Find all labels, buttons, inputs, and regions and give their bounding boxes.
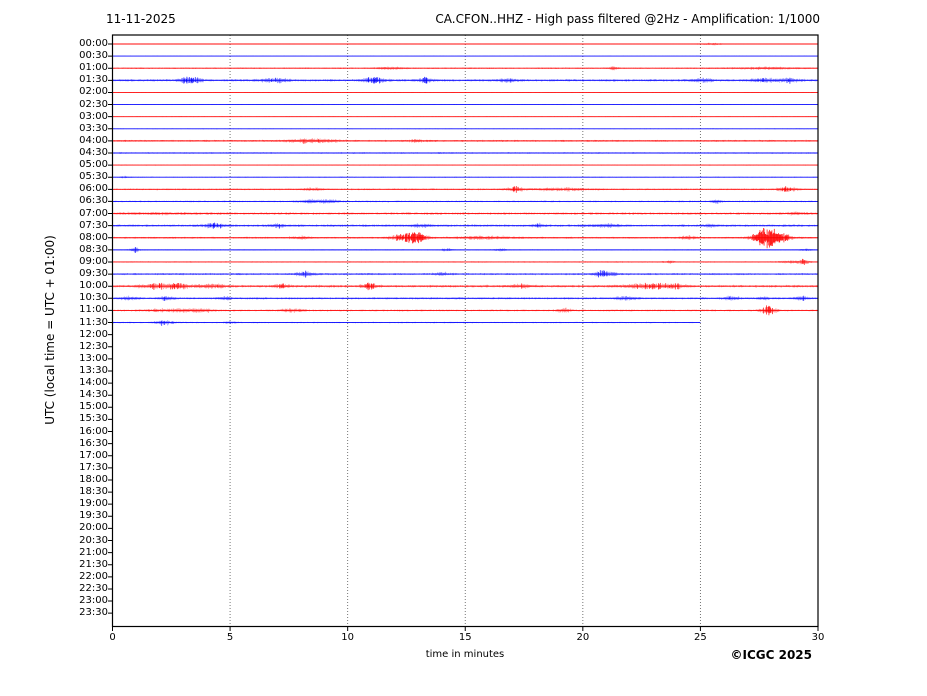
y-tick-label: 08:00 bbox=[79, 231, 108, 243]
x-tick-label: 5 bbox=[226, 632, 234, 643]
y-tick-label: 20:00 bbox=[79, 522, 108, 534]
plot-title: CA.CFON..HHZ - High pass filtered @2Hz -… bbox=[435, 12, 820, 26]
y-tick-label: 21:30 bbox=[79, 558, 108, 570]
y-tick-label: 15:30 bbox=[79, 413, 108, 425]
copyright-label: ©ICGC 2025 bbox=[730, 648, 812, 662]
x-tick-label: 20 bbox=[576, 632, 590, 643]
y-tick-label: 04:00 bbox=[79, 134, 108, 146]
x-tick-label: 10 bbox=[341, 632, 355, 643]
y-tick-label: 03:00 bbox=[79, 110, 108, 122]
y-tick-label: 05:00 bbox=[79, 159, 108, 171]
y-tick-label: 05:30 bbox=[79, 171, 108, 183]
y-tick-label: 11:00 bbox=[79, 304, 108, 316]
y-tick-label: 12:30 bbox=[79, 340, 108, 352]
helicorder-plot-canvas bbox=[0, 0, 927, 696]
y-tick-label: 03:30 bbox=[79, 122, 108, 134]
y-tick-label: 17:00 bbox=[79, 449, 108, 461]
y-tick-label: 14:30 bbox=[79, 389, 108, 401]
y-tick-label: 23:00 bbox=[79, 595, 108, 607]
y-tick-label: 07:00 bbox=[79, 207, 108, 219]
y-tick-label: 11:30 bbox=[79, 316, 108, 328]
y-tick-label: 09:00 bbox=[79, 255, 108, 267]
x-tick-label: 15 bbox=[458, 632, 472, 643]
y-tick-label: 01:30 bbox=[79, 74, 108, 86]
y-tick-label: 20:30 bbox=[79, 534, 108, 546]
y-tick-label: 14:00 bbox=[79, 377, 108, 389]
y-tick-label: 07:30 bbox=[79, 219, 108, 231]
y-tick-label: 22:00 bbox=[79, 570, 108, 582]
y-tick-label: 10:30 bbox=[79, 292, 108, 304]
y-tick-label: 17:30 bbox=[79, 461, 108, 473]
y-tick-label: 12:00 bbox=[79, 328, 108, 340]
y-tick-label: 18:00 bbox=[79, 473, 108, 485]
y-tick-label: 04:30 bbox=[79, 146, 108, 158]
y-tick-label: 16:00 bbox=[79, 425, 108, 437]
y-tick-label: 23:30 bbox=[79, 607, 108, 619]
y-tick-label: 13:30 bbox=[79, 364, 108, 376]
y-tick-label: 19:00 bbox=[79, 498, 108, 510]
y-tick-label: 02:00 bbox=[79, 86, 108, 98]
x-tick-label: 30 bbox=[811, 632, 825, 643]
y-tick-label: 06:00 bbox=[79, 183, 108, 195]
x-axis-label: time in minutes bbox=[425, 649, 505, 660]
y-tick-label: 06:30 bbox=[79, 195, 108, 207]
y-tick-label: 15:00 bbox=[79, 401, 108, 413]
y-tick-label: 08:30 bbox=[79, 243, 108, 255]
y-tick-label: 10:00 bbox=[79, 280, 108, 292]
y-tick-label: 18:30 bbox=[79, 486, 108, 498]
helicorder-page: 11-11-2025 CA.CFON..HHZ - High pass filt… bbox=[0, 0, 927, 696]
y-tick-label: 19:30 bbox=[79, 510, 108, 522]
y-tick-label: 00:00 bbox=[79, 38, 108, 49]
y-tick-label: 02:30 bbox=[79, 98, 108, 110]
y-tick-label: 16:30 bbox=[79, 437, 108, 449]
y-tick-label: 09:30 bbox=[79, 268, 108, 280]
y-tick-label: 21:00 bbox=[79, 546, 108, 558]
y-tick-label: 22:30 bbox=[79, 582, 108, 594]
y-tick-label: 13:00 bbox=[79, 352, 108, 364]
x-tick-label: 0 bbox=[109, 632, 116, 643]
y-tick-label: 01:00 bbox=[79, 62, 108, 74]
y-tick-label: 00:30 bbox=[79, 50, 108, 62]
x-tick-label: 25 bbox=[694, 632, 707, 643]
plot-date: 11-11-2025 bbox=[106, 12, 176, 26]
